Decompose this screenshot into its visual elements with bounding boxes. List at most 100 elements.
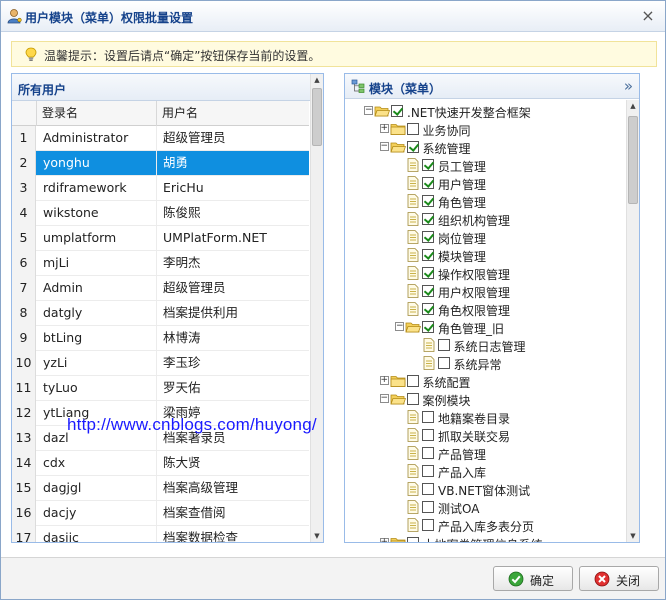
- tree-node[interactable]: 角色权限管理: [345, 300, 625, 318]
- module-panel-title: 模块（菜单）: [369, 82, 442, 96]
- table-row[interactable]: 11 tyLuo 罗天佑: [12, 376, 309, 401]
- table-row[interactable]: 8 datgly 档案提供利用: [12, 301, 309, 326]
- tree-node[interactable]: + 系统配置: [345, 372, 625, 390]
- node-checkbox[interactable]: [422, 483, 434, 495]
- node-checkbox[interactable]: [406, 141, 419, 153]
- node-checkbox[interactable]: [422, 213, 434, 225]
- tree-node[interactable]: 产品入库: [345, 462, 625, 480]
- tree-node[interactable]: 产品入库多表分页: [345, 516, 625, 534]
- node-checkbox[interactable]: [406, 375, 419, 387]
- column-header-login[interactable]: 登录名: [37, 101, 157, 126]
- scroll-down-arrow-icon[interactable]: ▼: [627, 530, 639, 542]
- node-checkbox[interactable]: [437, 339, 450, 351]
- cell-user-name: 林博涛: [163, 330, 201, 345]
- tree-node-label: 产品管理: [438, 448, 487, 462]
- user-grid-scrollbar[interactable]: ▲ ▼: [310, 74, 323, 542]
- scroll-up-arrow-icon[interactable]: ▲: [627, 100, 639, 112]
- table-row[interactable]: 15 dagjgl 档案高级管理: [12, 476, 309, 501]
- tree-node[interactable]: 组织机构管理: [345, 210, 625, 228]
- tree-node[interactable]: − 系统管理: [345, 138, 625, 156]
- tree-node[interactable]: − .NET快速开发整合框架: [345, 102, 625, 120]
- row-number: 17: [12, 526, 36, 542]
- table-row[interactable]: 5 umplatform UMPlatForm.NET: [12, 226, 309, 251]
- node-checkbox[interactable]: [422, 159, 434, 171]
- node-checkbox[interactable]: [422, 447, 434, 459]
- table-row[interactable]: 9 btLing 林博涛: [12, 326, 309, 351]
- node-checkbox[interactable]: [391, 105, 403, 117]
- column-header-name[interactable]: 用户名: [157, 101, 309, 126]
- module-panel-header: 模块（菜单） »: [345, 74, 639, 99]
- table-row[interactable]: 16 dacjy 档案查借阅: [12, 501, 309, 526]
- tree-node[interactable]: − 案例模块: [345, 390, 625, 408]
- ok-button[interactable]: 确定: [493, 566, 573, 591]
- table-row[interactable]: 1 Administrator 超级管理员: [12, 126, 309, 151]
- node-checkbox[interactable]: [422, 285, 434, 297]
- collapse-panel-icon[interactable]: »: [624, 77, 633, 95]
- expand-node-icon[interactable]: +: [379, 124, 389, 133]
- collapse-node-icon[interactable]: −: [364, 106, 373, 115]
- table-row[interactable]: 6 mjLi 李明杰: [12, 251, 309, 276]
- node-checkbox[interactable]: [406, 123, 419, 135]
- expand-node-icon[interactable]: +: [379, 538, 389, 542]
- close-window-icon[interactable]: ×: [639, 7, 657, 25]
- folder-open-icon: [405, 319, 422, 335]
- module-tree-scrollbar[interactable]: ▲ ▼: [626, 100, 639, 542]
- scrollbar-thumb[interactable]: [312, 88, 322, 146]
- tree-node[interactable]: 抓取关联交易: [345, 426, 625, 444]
- module-tree: − .NET快速开发整合框架 + 业务协同 − 系统管理 员工管理 用户管理 角色管理 组织机构管…: [345, 100, 625, 542]
- expand-node-icon[interactable]: +: [379, 376, 389, 385]
- node-checkbox[interactable]: [422, 519, 434, 531]
- tree-node[interactable]: 岗位管理: [345, 228, 625, 246]
- table-row[interactable]: 3 rdiframework EricHu: [12, 176, 309, 201]
- tree-node[interactable]: 模块管理: [345, 246, 625, 264]
- node-checkbox[interactable]: [422, 231, 434, 243]
- tree-node[interactable]: 角色管理: [345, 192, 625, 210]
- user-panel-title: 所有用户: [18, 83, 67, 97]
- row-number: 14: [12, 451, 36, 476]
- table-row[interactable]: 4 wikstone 陈俊熙: [12, 201, 309, 226]
- node-checkbox[interactable]: [422, 303, 434, 315]
- cell-user-name: 档案数据检查: [163, 530, 239, 543]
- tree-node[interactable]: 系统异常: [345, 354, 625, 372]
- table-row[interactable]: 17 dasjjc 档案数据检查: [12, 526, 309, 543]
- scrollbar-thumb[interactable]: [628, 116, 638, 204]
- node-checkbox[interactable]: [422, 501, 434, 513]
- node-checkbox[interactable]: [437, 357, 450, 369]
- node-checkbox[interactable]: [422, 267, 434, 279]
- node-checkbox[interactable]: [422, 411, 434, 423]
- tree-node[interactable]: VB.NET窗体测试: [345, 480, 625, 498]
- tree-node[interactable]: 员工管理: [345, 156, 625, 174]
- tree-node[interactable]: + 业务协同: [345, 120, 625, 138]
- node-checkbox[interactable]: [422, 195, 434, 207]
- table-row[interactable]: 14 cdx 陈大贤: [12, 451, 309, 476]
- tree-node[interactable]: − 角色管理_旧: [345, 318, 625, 336]
- node-checkbox[interactable]: [406, 393, 419, 405]
- tree-node[interactable]: 系统日志管理: [345, 336, 625, 354]
- tree-node[interactable]: 用户管理: [345, 174, 625, 192]
- node-checkbox[interactable]: [422, 321, 434, 333]
- table-row[interactable]: 7 Admin 超级管理员: [12, 276, 309, 301]
- node-checkbox[interactable]: [422, 465, 434, 477]
- table-row[interactable]: 10 yzLi 李玉珍: [12, 351, 309, 376]
- tree-node[interactable]: 产品管理: [345, 444, 625, 462]
- scroll-up-arrow-icon[interactable]: ▲: [311, 74, 323, 86]
- tree-node[interactable]: 测试OA: [345, 498, 625, 516]
- table-row[interactable]: 2 yonghu 胡勇: [12, 151, 309, 176]
- node-checkbox[interactable]: [406, 537, 419, 542]
- tree-node-label: 业务协同: [422, 124, 471, 138]
- scroll-down-arrow-icon[interactable]: ▼: [311, 530, 323, 542]
- node-checkbox[interactable]: [422, 249, 434, 261]
- user-grid-header: 登录名 用户名: [12, 101, 309, 126]
- close-button[interactable]: 关闭: [579, 566, 659, 591]
- tree-node[interactable]: 操作权限管理: [345, 264, 625, 282]
- node-checkbox[interactable]: [422, 177, 434, 189]
- node-checkbox[interactable]: [422, 429, 434, 441]
- tree-node-label: 案例模块: [422, 394, 471, 408]
- collapse-node-icon[interactable]: −: [395, 322, 404, 331]
- tree-node[interactable]: + 土地案卷管理信息系统: [345, 534, 625, 542]
- collapse-node-icon[interactable]: −: [379, 142, 389, 151]
- title-bar[interactable]: 用户模块（菜单）权限批量设置 ×: [1, 1, 665, 32]
- collapse-node-icon[interactable]: −: [379, 394, 389, 403]
- tree-node[interactable]: 用户权限管理: [345, 282, 625, 300]
- tree-node[interactable]: 地籍案卷目录: [345, 408, 625, 426]
